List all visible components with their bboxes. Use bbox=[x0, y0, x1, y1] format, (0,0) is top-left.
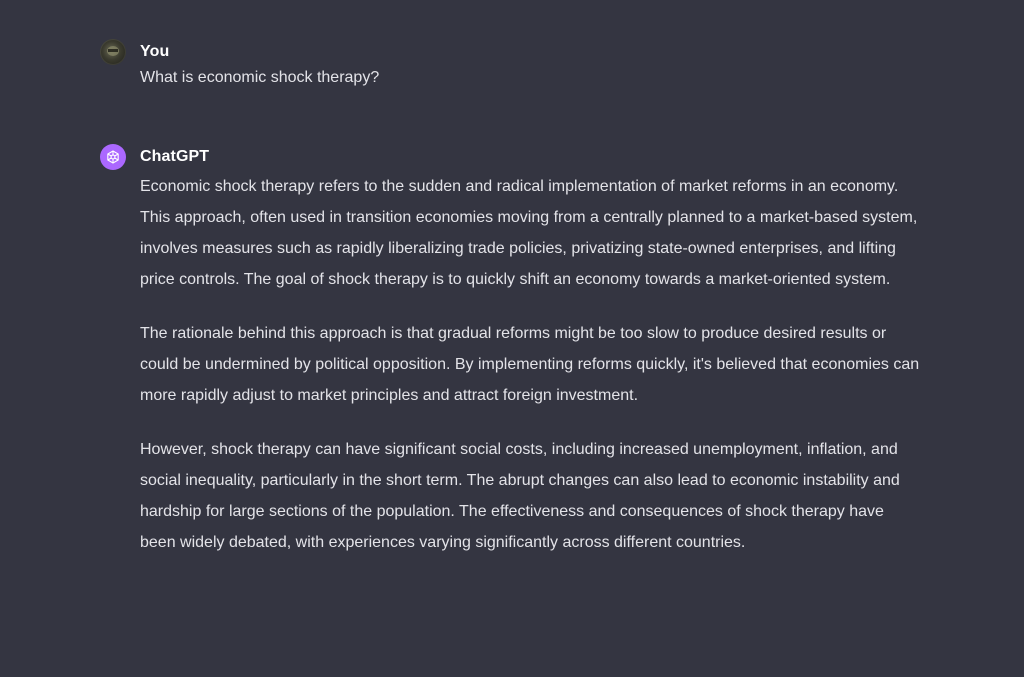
assistant-paragraph-1: Economic shock therapy refers to the sud… bbox=[140, 178, 918, 288]
assistant-message-header: ChatGPT bbox=[100, 144, 920, 170]
assistant-message: ChatGPT Economic shock therapy refers to… bbox=[100, 144, 920, 581]
openai-logo-icon bbox=[100, 144, 126, 170]
user-avatar-icon bbox=[100, 39, 126, 65]
user-message-text: What is economic shock therapy? bbox=[140, 69, 380, 86]
assistant-paragraph-2: The rationale behind this approach is th… bbox=[140, 325, 920, 404]
assistant-message-body: Economic shock therapy refers to the sud… bbox=[140, 171, 920, 558]
user-message-header: You bbox=[100, 39, 920, 65]
assistant-name: ChatGPT bbox=[140, 148, 210, 165]
user-message: You What is economic shock therapy? bbox=[100, 39, 920, 90]
assistant-paragraph-3: However, shock therapy can have signific… bbox=[140, 441, 900, 551]
user-name: You bbox=[140, 43, 170, 60]
